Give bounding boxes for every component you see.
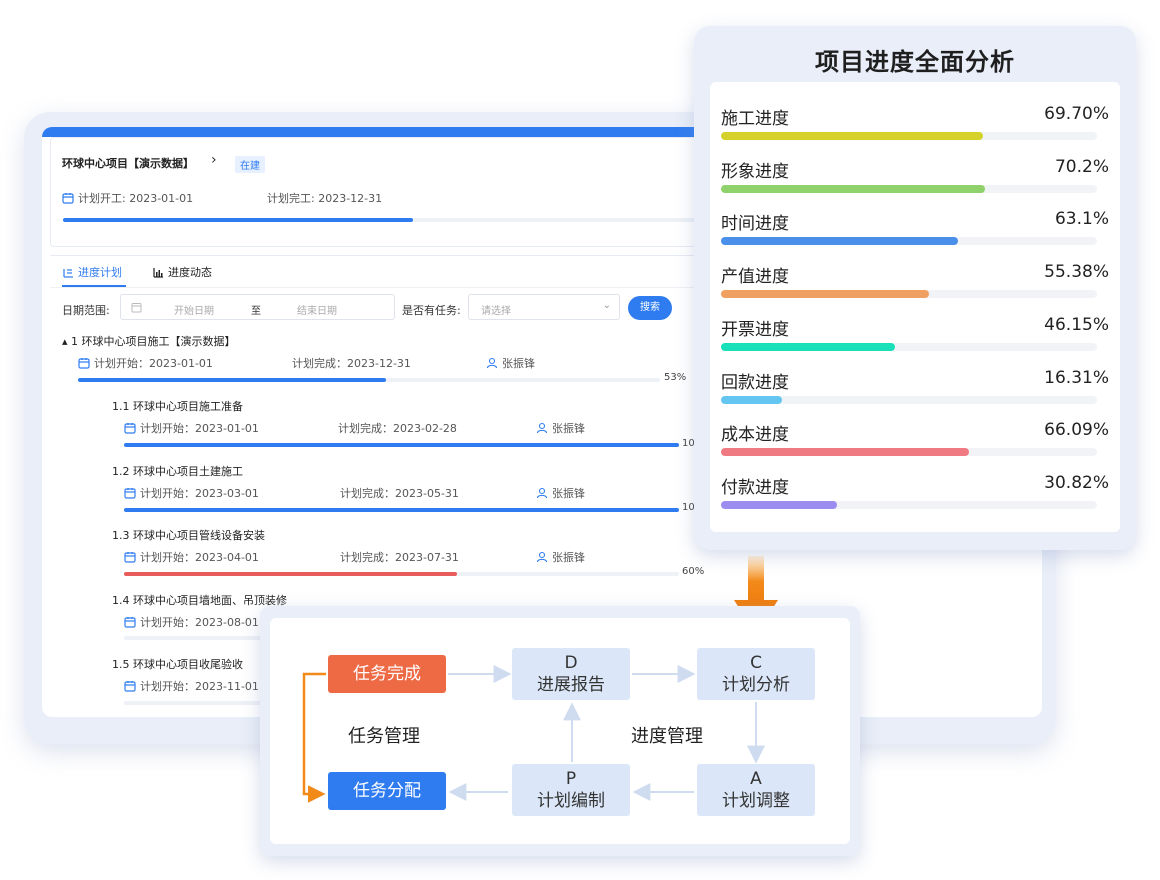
- d-progress-report-box[interactable]: D 进展报告: [512, 648, 630, 700]
- c-letter: C: [750, 653, 762, 673]
- d-label: 进展报告: [537, 675, 605, 695]
- a-letter: A: [750, 769, 762, 789]
- cycle-arrows: [302, 665, 765, 803]
- p-plan-compile-box[interactable]: P 计划编制: [512, 764, 630, 816]
- arrow-complete-to-assign: [302, 672, 326, 803]
- d-letter: D: [564, 653, 578, 673]
- p-label: 计划编制: [537, 791, 605, 811]
- a-label: 计划调整: [722, 791, 790, 811]
- task-assign-box[interactable]: 任务分配: [328, 772, 446, 810]
- c-label: 计划分析: [722, 675, 790, 695]
- task-management-label: 任务管理: [348, 726, 420, 747]
- progress-management-label: 进度管理: [631, 726, 703, 747]
- c-plan-analysis-box[interactable]: C 计划分析: [697, 648, 815, 700]
- p-letter: P: [565, 769, 577, 789]
- task-complete-box[interactable]: 任务完成: [328, 655, 446, 693]
- a-plan-adjust-box[interactable]: A 计划调整: [697, 764, 815, 816]
